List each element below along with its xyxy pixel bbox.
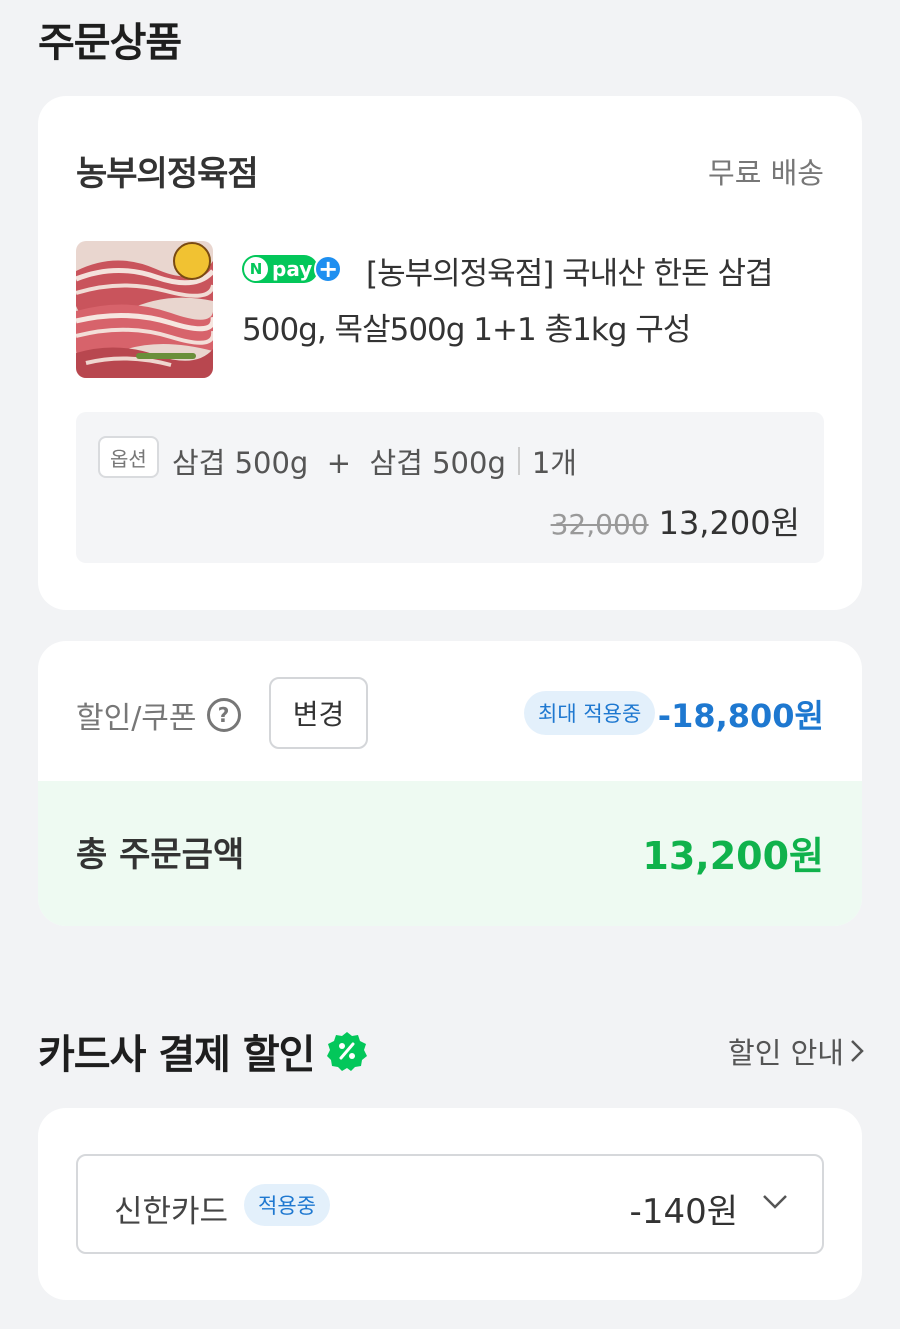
product-title[interactable]: [농부의정육점] 국내산 한돈 삼겹 500g, 목살500g 1+1 총1kg… <box>242 246 832 358</box>
total-band: 총 주문금액 13,200원 <box>38 781 862 926</box>
total-order-label: 총 주문금액 <box>76 835 245 875</box>
pork-belly-image <box>76 241 213 378</box>
card-company-name: 신한카드 <box>114 1194 229 1230</box>
discount-guide-label: 할인 안내 <box>728 1036 844 1070</box>
discount-guide-link[interactable]: 할인 안내 <box>728 1030 864 1072</box>
price-row: 32,000 13,200원 <box>551 498 800 544</box>
option-quantity: 1개 <box>531 446 577 480</box>
applied-badge: 적용중 <box>244 1184 330 1226</box>
sale-price: 13,200원 <box>658 504 800 542</box>
option-box: 옵션 삼겹 500g + 삼겹 500g 1개 32,000 13,200원 <box>76 412 824 563</box>
card-discount-amount: -140원 <box>629 1192 738 1232</box>
total-order-amount: 13,200원 <box>642 834 824 878</box>
order-product-card: 농부의정육점 무료 배송 N pay + [농부의정육점] 국내산 한돈 삼겹 … <box>38 96 862 610</box>
option-description: 삼겹 500g + 삼겹 500g <box>172 446 506 480</box>
original-price: 32,000 <box>550 508 649 541</box>
chevron-right-icon <box>851 1040 864 1062</box>
product-thumbnail[interactable] <box>76 241 213 378</box>
card-payment-card: 신한카드 적용중 -140원 <box>38 1108 862 1300</box>
option-tag: 옵션 <box>98 436 159 478</box>
shipping-info: 무료 배송 <box>708 156 824 190</box>
card-discount-title: 카드사 결제 할인 <box>38 1032 315 1078</box>
chevron-down-icon <box>763 1195 787 1209</box>
discount-coupon-label: 할인/쿠폰 <box>76 701 197 736</box>
card-company-select[interactable]: 신한카드 적용중 -140원 <box>76 1154 824 1254</box>
discount-amount: -18,800원 <box>657 697 824 735</box>
discount-total-card: 할인/쿠폰 ? 변경 최대 적용중 -18,800원 총 주문금액 13,200… <box>38 641 862 926</box>
page-title: 주문상품 <box>38 20 182 66</box>
option-text-row: 삼겹 500g + 삼겹 500g 1개 <box>172 440 577 482</box>
discount-coupon-row: 할인/쿠폰 ? <box>76 693 241 737</box>
divider <box>517 447 520 475</box>
discount-badge-icon <box>327 1032 368 1071</box>
card-discount-heading: 카드사 결제 할인 <box>38 1022 368 1080</box>
max-applied-badge: 최대 적용중 <box>524 691 656 735</box>
change-coupon-button[interactable]: 변경 <box>269 677 368 749</box>
question-icon[interactable]: ? <box>206 698 241 732</box>
seller-name[interactable]: 농부의정육점 <box>76 146 259 195</box>
